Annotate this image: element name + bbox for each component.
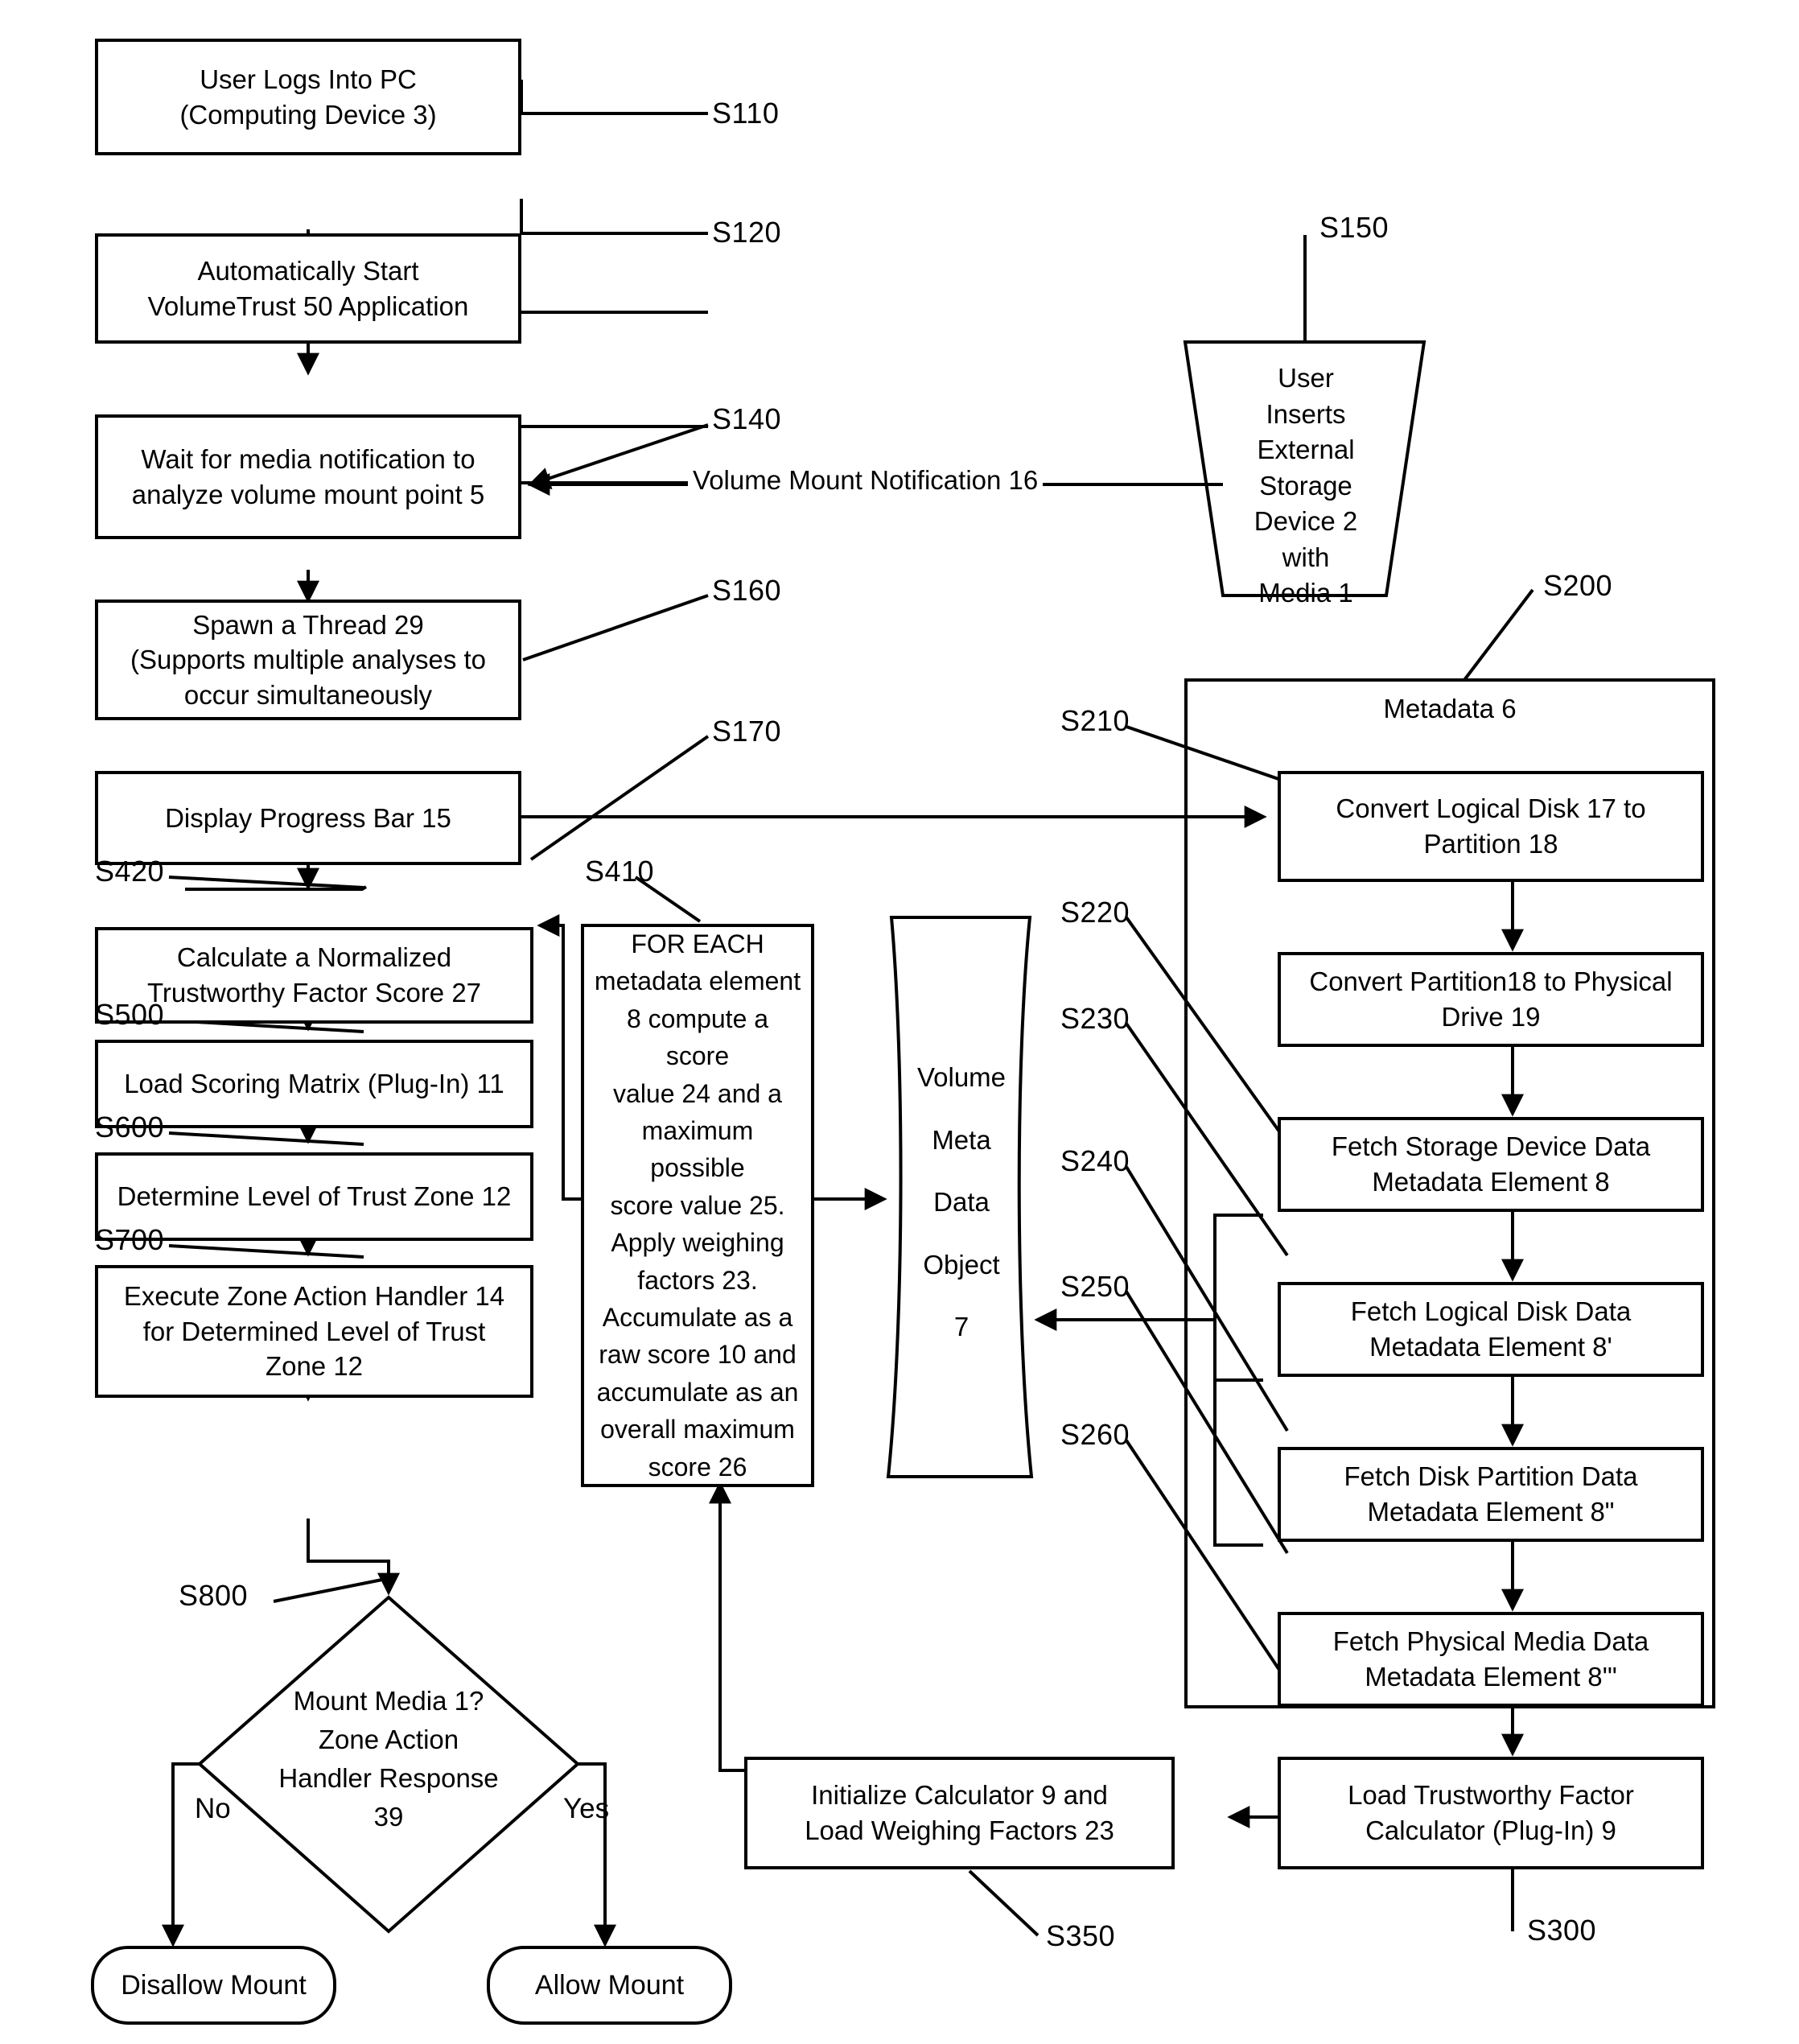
- step-label-s260: S260: [1060, 1418, 1130, 1451]
- node-convert-logical-disk[interactable]: Convert Logical Disk 17 to Partition 18: [1278, 771, 1704, 882]
- step-label-s800: S800: [179, 1579, 249, 1612]
- node-execute-zone-action-handler[interactable]: Execute Zone Action Handler 14 for Deter…: [95, 1265, 533, 1398]
- node-wait-media[interactable]: Wait for media notification to analyze v…: [95, 414, 521, 539]
- step-label-s230: S230: [1060, 1002, 1130, 1035]
- step-label-s700: S700: [95, 1223, 165, 1256]
- volume-meta-data-object-label: Volume Meta Data Object 7: [916, 1062, 1007, 1342]
- step-label-s210: S210: [1060, 704, 1130, 737]
- step-label-s420: S420: [95, 855, 165, 888]
- group-metadata-6-title: Metadata 6: [1383, 694, 1517, 723]
- terminator-allow-mount[interactable]: Allow Mount: [487, 1946, 732, 2025]
- branch-label-no: No: [195, 1793, 231, 1824]
- node-auto-start[interactable]: Automatically Start VolumeTrust 50 Appli…: [95, 233, 521, 344]
- step-label-s220: S220: [1060, 896, 1130, 929]
- step-label-s120: S120: [712, 216, 782, 249]
- step-label-s200: S200: [1543, 569, 1613, 602]
- node-convert-partition[interactable]: Convert Partition18 to Physical Drive 19: [1278, 952, 1704, 1047]
- trapezoid-user-inserts-label: User Inserts External Storage Device 2 w…: [1254, 363, 1358, 608]
- decision-label: Mount Media 1? Zone Action Handler Respo…: [278, 1686, 499, 1832]
- step-label-s410: S410: [585, 855, 655, 888]
- step-label-s240: S240: [1060, 1144, 1130, 1177]
- node-user-logs-in[interactable]: User Logs Into PC (Computing Device 3): [95, 39, 521, 155]
- branch-label-yes: Yes: [563, 1793, 610, 1824]
- node-fetch-logical-disk-data[interactable]: Fetch Logical Disk Data Metadata Element…: [1278, 1282, 1704, 1377]
- step-label-s300: S300: [1527, 1914, 1597, 1947]
- step-label-s500: S500: [95, 998, 165, 1031]
- step-label-s110: S110: [712, 97, 780, 130]
- node-fetch-storage-device-data[interactable]: Fetch Storage Device Data Metadata Eleme…: [1278, 1117, 1704, 1212]
- terminator-disallow-mount[interactable]: Disallow Mount: [91, 1946, 336, 2025]
- node-initialize-calculator[interactable]: Initialize Calculator 9 and Load Weighin…: [744, 1757, 1175, 1869]
- step-label-s170: S170: [712, 715, 782, 748]
- node-load-trustworthy-factor-calculator[interactable]: Load Trustworthy Factor Calculator (Plug…: [1278, 1757, 1704, 1869]
- step-label-s350: S350: [1046, 1919, 1116, 1952]
- step-label-s250: S250: [1060, 1270, 1130, 1303]
- edge-label-volume-mount-notification: Volume Mount Notification 16: [688, 465, 1044, 496]
- step-label-s160: S160: [712, 574, 782, 607]
- node-spawn-thread[interactable]: Spawn a Thread 29 (Supports multiple ana…: [95, 600, 521, 720]
- node-for-each-metadata-element[interactable]: FOR EACH metadata element 8 compute a sc…: [581, 924, 814, 1487]
- step-label-s140: S140: [712, 402, 782, 435]
- node-display-progress[interactable]: Display Progress Bar 15: [95, 771, 521, 865]
- node-fetch-physical-media-data[interactable]: Fetch Physical Media Data Metadata Eleme…: [1278, 1612, 1704, 1707]
- flowchart-canvas: User Logs Into PC (Computing Device 3) A…: [0, 0, 1799, 2044]
- node-fetch-disk-partition-data[interactable]: Fetch Disk Partition Data Metadata Eleme…: [1278, 1447, 1704, 1542]
- step-label-s150: S150: [1319, 211, 1389, 244]
- step-label-s600: S600: [95, 1111, 165, 1144]
